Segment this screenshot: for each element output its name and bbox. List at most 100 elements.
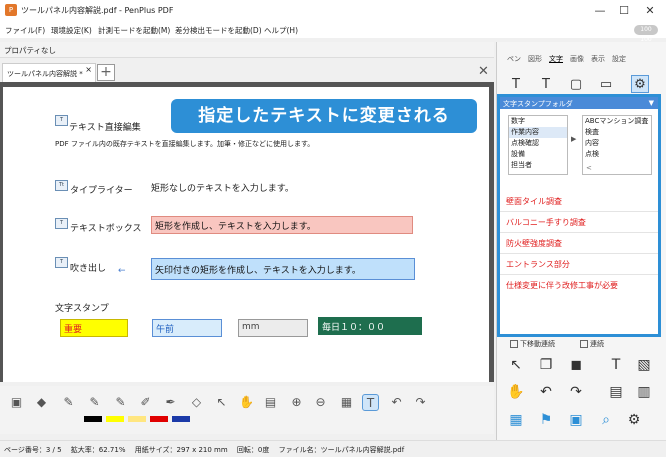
select-pointer-icon[interactable]: ↖ <box>213 394 230 411</box>
color-swatch-red[interactable] <box>150 416 168 422</box>
stamp-mm[interactable]: mm <box>238 319 308 337</box>
list-item[interactable]: 担当者 <box>509 160 567 171</box>
stamp-list-item[interactable]: バルコニー手すり調査 <box>500 212 658 233</box>
hand-pan-icon[interactable]: ✋ <box>238 394 255 411</box>
menu-bar: ファイル(F) 環境設定(K) 計測モードを起動(M) 差分検出モードを起動(D… <box>0 22 666 43</box>
text-edit-icon[interactable]: T <box>507 76 525 94</box>
scroll-left-icon[interactable]: < <box>586 164 592 172</box>
color-swatch-lightyellow[interactable] <box>128 416 146 422</box>
list-item[interactable]: 設備 <box>509 149 567 160</box>
brush-tool-icon[interactable]: ✐ <box>137 394 154 411</box>
tab-close-icon[interactable]: × <box>85 65 92 74</box>
stamp-folder-header[interactable]: 文字スタンプフォルダ ▼ <box>500 97 658 109</box>
balloon-annotation[interactable]: 矢印付きの矩形を作成し、テキストを入力します。 <box>151 258 415 280</box>
typewriter-icon: Tt <box>55 180 68 191</box>
stamp-list-item[interactable]: 防火壁強度調査 <box>500 233 658 254</box>
stamp-list-item[interactable]: 壁面タイル調査 <box>500 191 658 212</box>
typewriter-text[interactable]: 矩形なしのテキストを入力します。 <box>151 181 294 194</box>
marquee-icon[interactable]: ▤ <box>262 394 279 411</box>
textbox-title: テキストボックス <box>70 224 142 234</box>
tab-view[interactable]: 表示 <box>591 54 605 64</box>
status-bar: ページ番号：3 / 5 拡大率：62.71% 用紙サイズ：297 x 210 m… <box>0 440 666 457</box>
bottom-toolbar: ▣ ◆ ✎ ✎ ✎ ✐ ✒ ◇ ↖ ✋ ▤ ⊕ ⊖ ▦ T ↶ ↷ <box>0 386 494 434</box>
bring-forward-icon[interactable]: ❐ <box>536 355 556 375</box>
pen3-tool-icon[interactable]: ✎ <box>112 394 129 411</box>
highlighter-icon[interactable]: ✒ <box>162 394 179 411</box>
balloon-title: 吹き出し <box>70 264 107 274</box>
chevron-down-icon[interactable]: ▼ <box>649 99 654 107</box>
arrow-right-icon: ▶ <box>571 135 577 143</box>
fill-tool-icon[interactable]: ◆ <box>33 394 50 411</box>
textbox-tool-icon[interactable]: ▢ <box>567 76 585 94</box>
checkbox-continuous-move[interactable]: 下移動連続 <box>510 339 555 349</box>
list-item[interactable]: ABCマンション調査 <box>583 116 651 127</box>
document-viewer[interactable]: 指定したテキストに変更される T テキスト直接編集 PDF ファイル内の既存テキ… <box>0 82 494 382</box>
settings-gear-icon[interactable]: ⚙ <box>624 410 644 430</box>
stamp-important[interactable]: 重要 <box>60 319 128 337</box>
tab-settings[interactable]: 設定 <box>612 54 626 64</box>
list-item[interactable]: 検査 <box>583 127 651 138</box>
redo-icon[interactable]: ↷ <box>412 394 429 411</box>
stamp-list-item[interactable]: 仕様変更に伴う改修工事が必要 <box>500 275 658 296</box>
tab-image[interactable]: 画像 <box>570 54 584 64</box>
maximize-button[interactable]: ☐ <box>614 3 634 19</box>
search-icon[interactable]: ⌕ <box>596 410 616 430</box>
document-tab[interactable]: ツールパネル内容解説 * × <box>2 63 96 82</box>
checkbox-box[interactable] <box>580 340 588 348</box>
zoom-out-icon[interactable]: ⊖ <box>312 394 329 411</box>
list-item[interactable]: 点検 <box>583 149 651 160</box>
stamp-list-item[interactable]: エントランス部分 <box>500 254 658 275</box>
image-insert-icon[interactable]: ▧ <box>634 355 654 375</box>
stamp-folder-panel: 文字スタンプフォルダ ▼ 数字 作業内容 点検確認 設備 担当者 ▶ ABCマン… <box>497 94 661 337</box>
grid-icon[interactable]: ▦ <box>506 410 526 430</box>
stamp-tool-icon[interactable]: ▣ <box>8 394 25 411</box>
color-swatch-yellow[interactable] <box>106 416 124 422</box>
pointer-icon[interactable]: ↖ <box>506 355 526 375</box>
text-insert-icon[interactable]: T <box>606 355 626 375</box>
checkbox-box[interactable] <box>510 340 518 348</box>
fit-page-icon[interactable]: ▦ <box>338 394 355 411</box>
menu-diff[interactable]: 差分検出モードを起動(D) <box>175 25 262 36</box>
zoom-in-icon[interactable]: ⊕ <box>288 394 305 411</box>
menu-help[interactable]: ヘルプ(H) <box>264 25 298 36</box>
direct-edit-title: テキスト直接編集 <box>69 123 141 133</box>
send-backward-icon[interactable]: ◼ <box>566 355 586 375</box>
close-window-button[interactable]: ✕ <box>640 3 660 19</box>
doc-add-icon[interactable]: ▤ <box>606 382 626 402</box>
menu-file[interactable]: ファイル(F) <box>5 25 45 36</box>
color-swatch-blue[interactable] <box>172 416 190 422</box>
tab-shape[interactable]: 図形 <box>528 54 542 64</box>
list-item[interactable]: 作業内容 <box>509 127 567 138</box>
textbox-annotation[interactable]: 矩形を作成し、テキストを入力します。 <box>151 216 413 234</box>
stamp-morning[interactable]: 午前 <box>152 319 222 337</box>
text-tool-icon[interactable]: T <box>362 394 379 411</box>
bookmark-icon[interactable]: ⚑ <box>536 410 556 430</box>
undo-icon[interactable]: ↶ <box>388 394 405 411</box>
color-swatch-black[interactable] <box>84 416 102 422</box>
typewriter-title: タイプライター <box>70 186 133 196</box>
checkbox-label: 下移動連続 <box>520 340 555 348</box>
list-item[interactable]: 点検確認 <box>509 138 567 149</box>
pen2-tool-icon[interactable]: ✎ <box>86 394 103 411</box>
typewriter-tool-icon[interactable]: T <box>537 76 555 94</box>
balloon-tool-icon[interactable]: ▭ <box>597 76 615 94</box>
add-tab-button[interactable]: + <box>97 64 115 81</box>
eraser-icon[interactable]: ◇ <box>188 394 205 411</box>
redo-panel-icon[interactable]: ↷ <box>566 382 586 402</box>
list-item[interactable]: 内容 <box>583 138 651 149</box>
doc-tool-icon[interactable]: ▥ <box>634 382 654 402</box>
minimize-button[interactable]: — <box>590 3 610 19</box>
menu-measure[interactable]: 計測モードを起動(M) <box>98 25 170 36</box>
undo-panel-icon[interactable]: ↶ <box>536 382 556 402</box>
comment-icon[interactable]: ▣ <box>566 410 586 430</box>
close-document-icon[interactable]: ✕ <box>478 64 489 79</box>
tab-text[interactable]: 文字 <box>549 54 563 64</box>
stamp-daily[interactable]: 毎日１０：００ <box>318 317 422 335</box>
menu-settings[interactable]: 環境設定(K) <box>51 25 92 36</box>
pen-tool-icon[interactable]: ✎ <box>60 394 77 411</box>
checkbox-continuous[interactable]: 連続 <box>580 339 604 349</box>
hand-icon[interactable]: ✋ <box>506 382 526 402</box>
list-item[interactable]: 数字 <box>509 116 567 127</box>
tab-pen[interactable]: ペン <box>507 54 521 64</box>
gear-icon[interactable]: ⚙ <box>631 75 649 93</box>
